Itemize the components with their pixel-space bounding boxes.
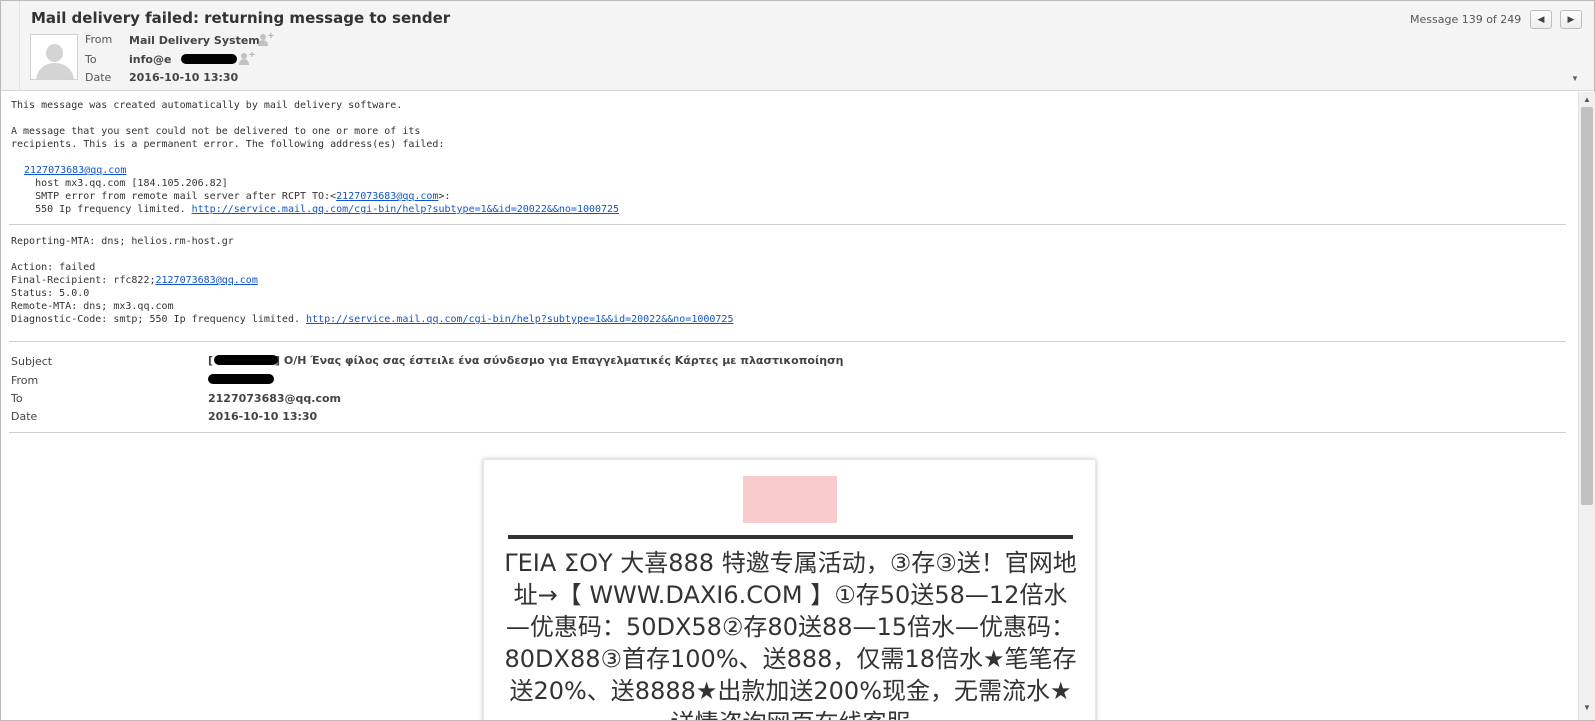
original-date-value: 2016-10-10 13:30 xyxy=(208,410,318,423)
previous-message-button[interactable]: ◀ xyxy=(1530,10,1552,29)
failed-address-link-text[interactable]: 2127073683@qq.com xyxy=(24,165,126,176)
original-from-label: From xyxy=(11,374,39,387)
from-label: From xyxy=(85,33,113,46)
final-recipient-link[interactable]: 2127073683@qq.com xyxy=(156,275,258,286)
smtp-error-line: SMTP error from remote mail server after… xyxy=(11,191,451,202)
message-header: Mail delivery failed: returning message … xyxy=(1,1,1594,91)
vertical-scrollbar[interactable]: ▲ ▼ xyxy=(1578,92,1595,720)
collapse-header-icon[interactable]: ▼ xyxy=(1571,74,1579,83)
body-line: A message that you sent could not be del… xyxy=(11,126,421,137)
host-line: host mx3.qq.com [184.105.206.82] xyxy=(11,178,228,189)
mail-viewer-window: Mail delivery failed: returning message … xyxy=(0,0,1595,721)
add-contact-icon[interactable]: + xyxy=(239,50,255,65)
to-label: To xyxy=(85,53,97,66)
date-label: Date xyxy=(85,71,112,84)
section-divider xyxy=(9,341,1566,342)
action-line: Action: failed xyxy=(11,262,96,273)
add-contact-icon[interactable]: + xyxy=(258,31,274,46)
final-recipient-line: Final-Recipient: rfc822;2127073683@qq.co… xyxy=(11,275,258,286)
message-subject: Mail delivery failed: returning message … xyxy=(31,9,451,27)
header-divider xyxy=(19,1,20,91)
to-value[interactable]: info@e xyxy=(129,53,171,66)
error-code-line: 550 Ip frequency limited. http://service… xyxy=(11,204,620,215)
redaction-mark xyxy=(181,54,237,64)
help-link[interactable]: http://service.mail.qq.com/cgi-bin/help?… xyxy=(192,204,619,215)
remote-mta-line: Remote-MTA: dns; mx3.qq.com xyxy=(11,301,174,312)
original-to-value: 2127073683@qq.com xyxy=(208,392,342,405)
body-line: recipients. This is a permanent error. T… xyxy=(11,139,445,150)
original-subject-label: Subject xyxy=(11,355,53,368)
failed-address-link[interactable]: 2127073683@qq.com xyxy=(24,164,126,177)
original-subject-value: [] Ο/Η Ένας φίλος σας έστειλε ένα σύνδεσ… xyxy=(208,354,844,367)
scroll-down-icon[interactable]: ▼ xyxy=(1583,703,1591,712)
section-divider xyxy=(9,224,1566,225)
message-body: This message was created automatically b… xyxy=(1,92,1575,720)
spam-email-card: ΓΕΙΑ ΣΟΥ 大喜888 特邀专属活动，③存③送！官网地址→【 WWW.DA… xyxy=(483,459,1096,720)
from-value[interactable]: Mail Delivery System xyxy=(129,34,260,47)
diagnostic-code-line: Diagnostic-Code: smtp; 550 Ip frequency … xyxy=(11,314,734,325)
banner-image-placeholder xyxy=(743,476,837,523)
avatar-body-shape xyxy=(36,63,74,79)
redaction-mark xyxy=(214,355,278,365)
smtp-address-link[interactable]: 2127073683@qq.com xyxy=(336,191,438,202)
status-line: Status: 5.0.0 xyxy=(11,288,90,299)
scrollbar-thumb[interactable] xyxy=(1581,107,1593,505)
avatar-head-shape xyxy=(46,44,63,62)
body-line: This message was created automatically b… xyxy=(11,100,403,111)
diagnostic-link[interactable]: http://service.mail.qq.com/cgi-bin/help?… xyxy=(306,314,733,325)
section-divider xyxy=(9,432,1566,433)
original-date-label: Date xyxy=(11,410,38,423)
reporting-mta-line: Reporting-MTA: dns; helios.rm-host.gr xyxy=(11,236,234,247)
redaction-mark xyxy=(208,374,274,384)
spam-message-text: ΓΕΙΑ ΣΟΥ 大喜888 特邀专属活动，③存③送！官网地址→【 WWW.DA… xyxy=(504,549,1077,720)
card-divider xyxy=(508,535,1073,539)
sender-avatar xyxy=(30,34,78,80)
next-message-button[interactable]: ▶ xyxy=(1560,10,1582,29)
original-to-label: To xyxy=(11,392,23,405)
date-value: 2016-10-10 13:30 xyxy=(129,71,239,84)
message-counter: Message 139 of 249 xyxy=(1410,13,1522,26)
scroll-up-icon[interactable]: ▲ xyxy=(1583,95,1591,104)
